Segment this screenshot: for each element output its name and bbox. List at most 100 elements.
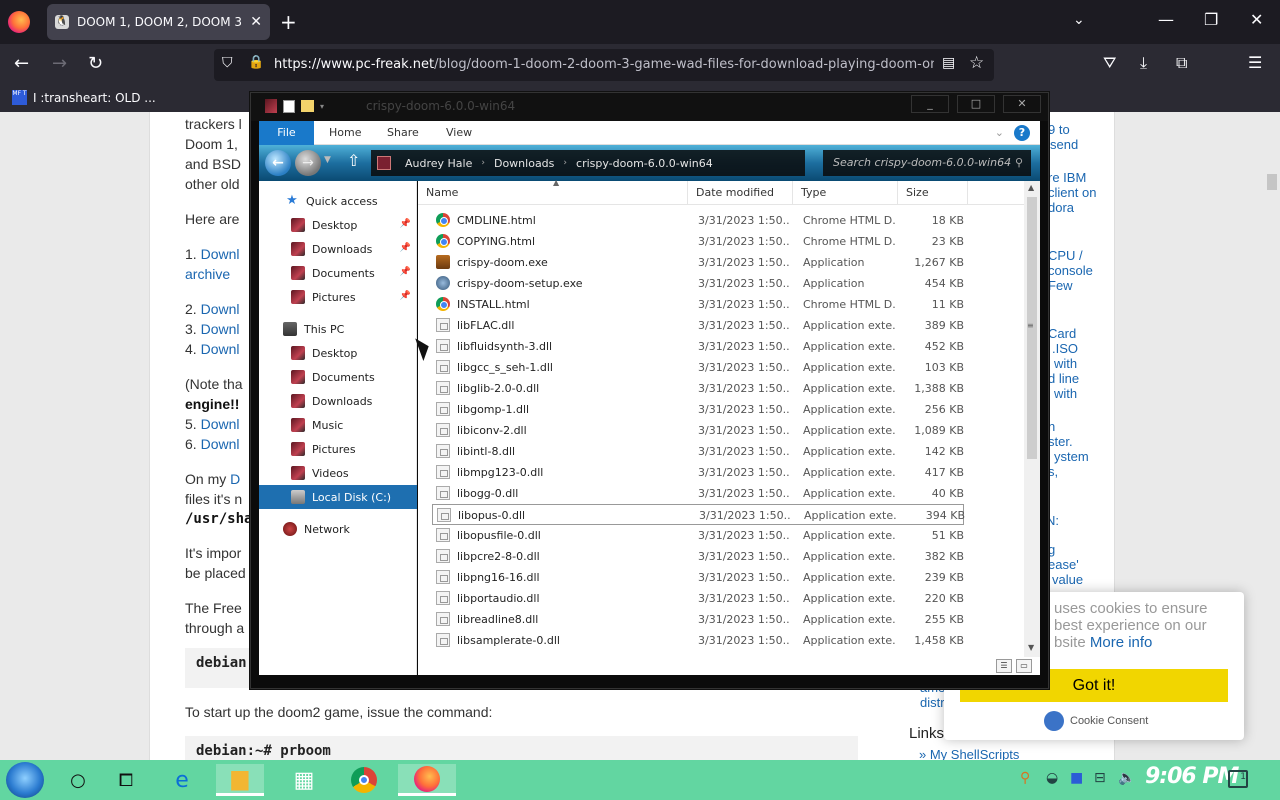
breadcrumb-item[interactable]: Downloads xyxy=(494,157,554,170)
sidebar-link[interactable]: distr xyxy=(920,695,945,710)
downloads-icon[interactable]: ⤓ xyxy=(1140,53,1147,73)
cookie-consent-brand[interactable]: Cookie Consent xyxy=(1044,711,1148,731)
nav-item-network[interactable]: Network xyxy=(259,517,417,541)
recent-locations-chevron-icon[interactable]: ▼ xyxy=(324,155,331,165)
scroll-up-icon[interactable]: ▲ xyxy=(1028,183,1034,192)
browser-tab-active[interactable]: 🐧 DOOM 1, DOOM 2, DOOM 3 ✕ xyxy=(47,4,270,40)
sidebar-link[interactable]: console xyxy=(1048,263,1093,278)
search-circle-icon[interactable]: ○ xyxy=(54,764,102,796)
download-link[interactable]: Downl xyxy=(201,301,240,317)
nav-item-pictures[interactable]: Pictures 📌 xyxy=(259,285,417,309)
nav-item-downloads[interactable]: Downloads 📌 xyxy=(259,237,417,261)
nav-item-pictures[interactable]: Pictures xyxy=(259,437,417,461)
breadcrumb-separator-icon[interactable]: › xyxy=(481,158,485,168)
sidebar-link[interactable]: client on xyxy=(1048,185,1096,200)
back-arrow-icon[interactable]: ← xyxy=(14,54,29,74)
wifi-icon[interactable]: ◒ xyxy=(1046,770,1058,786)
sidebar-link[interactable]: re IBM xyxy=(1048,170,1086,185)
sidebar-link[interactable]: Few xyxy=(1048,278,1073,293)
sidebar-link[interactable]: ster. xyxy=(1048,434,1073,449)
download-link[interactable]: Downl xyxy=(201,416,240,432)
properties-icon[interactable] xyxy=(283,99,295,113)
download-link[interactable]: Downl xyxy=(201,321,240,337)
sidebar-link[interactable]: value xyxy=(1052,572,1083,587)
taskbar-clock[interactable]: 9:06 PM xyxy=(1145,764,1239,789)
file-row[interactable]: libopusfile-0.dll 3/31/2023 1:50... Applic… xyxy=(432,525,964,546)
expand-ribbon-chevron-icon[interactable]: ⌄ xyxy=(995,126,1004,139)
file-list-scrollbar[interactable]: ▲ ≡ ▼ xyxy=(1024,181,1040,657)
details-view-icon[interactable]: ☰ xyxy=(996,659,1012,673)
page-scrollbar[interactable] xyxy=(1264,112,1280,760)
nav-item-this-pc[interactable]: This PC xyxy=(259,317,417,341)
minimize-window-icon[interactable]: — xyxy=(1158,10,1174,29)
download-link[interactable]: archive xyxy=(185,266,230,282)
new-tab-button[interactable]: + xyxy=(280,10,297,34)
reader-view-icon[interactable]: ▤ xyxy=(942,55,955,71)
sidebar-link[interactable]: dora xyxy=(1048,200,1074,215)
address-breadcrumb[interactable]: Audrey Hale › Downloads › crispy-doom-6.… xyxy=(371,150,805,176)
breadcrumb-item[interactable]: crispy-doom-6.0.0-win64 xyxy=(576,157,713,170)
file-row[interactable]: libreadline8.dll 3/31/2023 1:50... Applica… xyxy=(432,609,964,630)
more-info-link[interactable]: More info xyxy=(1090,634,1153,651)
explorer-back-icon[interactable]: ← xyxy=(265,150,291,176)
pocket-icon[interactable]: ⛛ xyxy=(1103,53,1116,73)
sidebar-link[interactable]: Card xyxy=(1048,326,1076,341)
nav-item-music[interactable]: Music xyxy=(259,413,417,437)
nav-item-quick-access[interactable]: ★ Quick access xyxy=(259,189,417,213)
extensions-icon[interactable]: ⧉ xyxy=(1176,53,1187,73)
url-bar[interactable]: ⛉ 🔒 https://www.pc-freak.net/blog/doom-1… xyxy=(214,49,994,81)
file-row[interactable]: libmpg123-0.dll 3/31/2023 1:50... Applicat… xyxy=(432,462,964,483)
list-all-tabs-icon[interactable]: ⌄ xyxy=(1073,12,1085,28)
sidebar-link[interactable]: s, xyxy=(1048,464,1058,479)
close-window-icon[interactable]: ✕ xyxy=(1250,10,1263,29)
breadcrumb-item[interactable]: Audrey Hale xyxy=(405,157,472,170)
file-row[interactable]: libgomp-1.dll 3/31/2023 1:50... Applicatio… xyxy=(432,399,964,420)
column-date-modified[interactable]: Date modified xyxy=(688,181,793,205)
nav-item-videos[interactable]: Videos xyxy=(259,461,417,485)
page-scrollbar-thumb[interactable] xyxy=(1267,174,1277,190)
download-link[interactable]: Downl xyxy=(201,246,240,262)
new-folder-icon[interactable] xyxy=(301,100,314,112)
firefox-taskbar-icon[interactable] xyxy=(398,764,456,796)
tray-app-icon[interactable]: ⚲ xyxy=(1020,770,1030,786)
large-icons-view-icon[interactable]: ▭ xyxy=(1016,659,1032,673)
article-link[interactable]: D xyxy=(230,471,240,487)
explorer-search-input[interactable]: Search crispy-doom-6.0.0-win64 ⚲ xyxy=(823,150,1031,176)
file-row[interactable]: crispy-doom-setup.exe 3/31/2023 1:50... Ap… xyxy=(432,273,964,294)
file-row[interactable]: libgcc_s_seh-1.dll 3/31/2023 1:50... Appli… xyxy=(432,357,964,378)
lock-icon[interactable]: 🔒 xyxy=(248,55,264,70)
scroll-down-icon[interactable]: ▼ xyxy=(1028,643,1034,652)
file-row[interactable]: libglib-2.0-0.dll 3/31/2023 1:50... Applic… xyxy=(432,378,964,399)
nav-item-documents[interactable]: Documents xyxy=(259,365,417,389)
notifications-icon[interactable]: 1 xyxy=(1228,770,1248,788)
explorer-minimize-button[interactable]: _ xyxy=(911,95,949,113)
customize-toolbar-chevron-icon[interactable]: ▾ xyxy=(320,102,324,111)
network-icon[interactable]: ⊟ xyxy=(1094,770,1106,786)
nav-item-downloads[interactable]: Downloads xyxy=(259,389,417,413)
file-row[interactable]: libpcre2-8-0.dll 3/31/2023 1:50... Applica… xyxy=(432,546,964,567)
download-link[interactable]: Downl xyxy=(201,436,240,452)
nav-item-desktop[interactable]: Desktop 📌 xyxy=(259,213,417,237)
file-explorer-taskbar-icon[interactable]: ▆ xyxy=(216,764,264,796)
tracking-shield-icon[interactable]: ⛉ xyxy=(222,55,233,71)
forward-arrow-icon[interactable]: → xyxy=(52,54,67,74)
file-row[interactable]: libfluidsynth-3.dll 3/31/2023 1:50... Appl… xyxy=(432,336,964,357)
ribbon-tab-view[interactable]: View xyxy=(446,126,472,139)
file-row[interactable]: INSTALL.html 3/31/2023 1:50... Chrome HTML… xyxy=(432,294,964,315)
chrome-taskbar-icon[interactable] xyxy=(340,764,388,796)
up-folder-icon[interactable]: ⇧ xyxy=(347,151,360,170)
sidebar-link[interactable]: with xyxy=(1054,386,1077,401)
explorer-close-button[interactable]: ✕ xyxy=(1003,95,1041,113)
task-view-icon[interactable]: ⧠ xyxy=(102,764,150,796)
bookmark-item[interactable]: MF T I :transheart: OLD ... xyxy=(12,90,156,105)
explorer-maximize-button[interactable]: □ xyxy=(957,95,995,113)
file-row[interactable]: libsamplerate-0.dll 3/31/2023 1:50... Appl… xyxy=(432,630,964,651)
file-row[interactable]: libpng16-16.dll 3/31/2023 1:50... Applicat… xyxy=(432,567,964,588)
nav-item-desktop[interactable]: Desktop xyxy=(259,341,417,365)
edge-browser-icon[interactable]: e xyxy=(158,764,206,796)
help-icon[interactable]: ? xyxy=(1014,125,1030,141)
firefox-menu-icon[interactable] xyxy=(8,11,30,33)
download-link[interactable]: Downl xyxy=(201,341,240,357)
hamburger-menu-icon[interactable]: ☰ xyxy=(1248,53,1262,72)
ribbon-tab-home[interactable]: Home xyxy=(329,126,361,139)
